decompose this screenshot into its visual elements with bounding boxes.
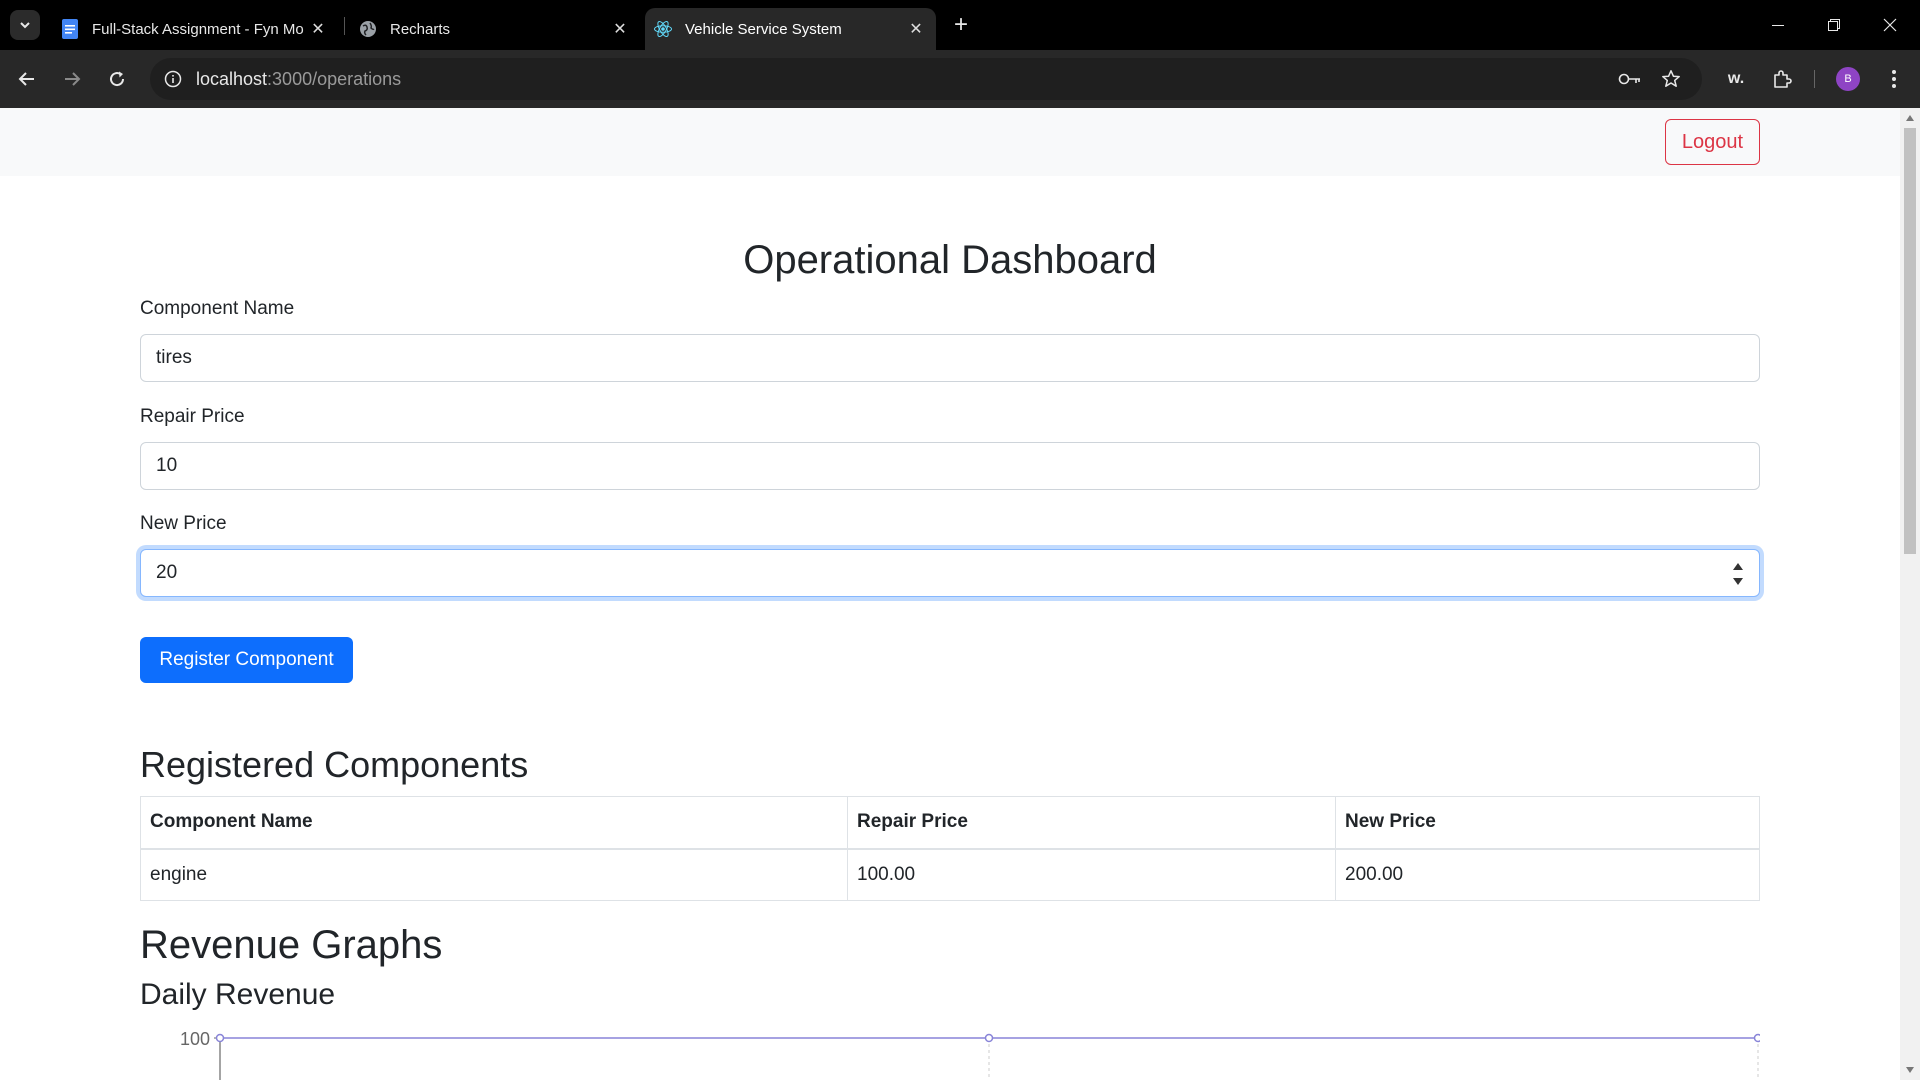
- component-name-label: Component Name: [140, 298, 295, 319]
- repair-price-input[interactable]: 10: [140, 442, 1760, 490]
- column-header-component-name: Component Name: [140, 796, 848, 850]
- components-table: Component Name Repair Price New Price en…: [140, 796, 1760, 901]
- close-icon[interactable]: ✕: [904, 17, 928, 41]
- revenue-graphs-heading: Revenue Graphs: [140, 923, 443, 967]
- url-text[interactable]: localhost:3000/operations: [196, 69, 401, 90]
- tab-divider: [344, 17, 345, 35]
- column-header-new-price: New Price: [1335, 796, 1760, 850]
- table-header-row: Component Name Repair Price New Price: [140, 796, 1760, 850]
- daily-revenue-chart: 100: [180, 1029, 1761, 1080]
- tab-vehicle-service-system[interactable]: Vehicle Service System ✕: [645, 8, 936, 50]
- back-button[interactable]: [11, 63, 43, 95]
- site-info-icon[interactable]: [162, 68, 184, 90]
- page-viewport: Logout Operational Dashboard Component N…: [0, 108, 1900, 1080]
- y-tick-label: 100: [180, 1029, 210, 1049]
- tab-title: Recharts: [390, 20, 451, 38]
- data-point[interactable]: [984, 1033, 994, 1043]
- close-icon: [1883, 18, 1897, 32]
- data-point[interactable]: [215, 1033, 225, 1043]
- caret-up-icon[interactable]: [1733, 563, 1743, 570]
- close-icon[interactable]: ✕: [306, 17, 330, 41]
- data-point[interactable]: [1753, 1033, 1761, 1043]
- repair-price-label: Repair Price: [140, 406, 245, 427]
- number-spinner[interactable]: [1731, 563, 1745, 585]
- column-header-repair-price: Repair Price: [847, 796, 1336, 850]
- cell-component-name: engine: [140, 848, 848, 901]
- menu-kebab-icon[interactable]: [1878, 63, 1910, 95]
- tab-search-button[interactable]: [10, 10, 40, 40]
- new-tab-button[interactable]: +: [948, 11, 974, 38]
- scroll-down-arrow-icon[interactable]: [1904, 1064, 1916, 1076]
- scrollbar-thumb[interactable]: [1904, 128, 1916, 554]
- new-price-input[interactable]: 20: [140, 549, 1760, 597]
- scroll-up-arrow-icon[interactable]: [1904, 112, 1916, 124]
- restore-icon: [1828, 19, 1840, 31]
- registered-components-heading: Registered Components: [140, 744, 529, 785]
- extension-w-icon[interactable]: w.: [1720, 63, 1752, 95]
- browser-toolbar: localhost:3000/operations w. B: [0, 50, 1920, 108]
- new-price-value: 20: [156, 562, 178, 583]
- arrow-left-icon: [18, 72, 34, 86]
- reload-button[interactable]: [101, 63, 133, 95]
- tab-title: Vehicle Service System: [685, 20, 842, 38]
- reload-icon: [110, 71, 125, 87]
- url-path: :3000/operations: [267, 69, 402, 89]
- restore-button[interactable]: [1806, 0, 1862, 50]
- extensions-puzzle-icon[interactable]: [1766, 63, 1798, 95]
- minimize-icon: [1772, 25, 1784, 26]
- react-icon: [653, 19, 673, 39]
- content-area: Operational Dashboard Component Name tir…: [140, 108, 1760, 1080]
- address-bar[interactable]: localhost:3000/operations: [150, 58, 1702, 100]
- url-host: localhost: [196, 69, 268, 89]
- arrow-right-icon: [65, 72, 81, 86]
- cell-new-price: 200.00: [1335, 848, 1760, 901]
- new-price-label: New Price: [140, 513, 227, 534]
- minimize-button[interactable]: [1750, 0, 1806, 50]
- tab-recharts[interactable]: Recharts ✕: [350, 8, 640, 50]
- docs-icon: [60, 19, 80, 39]
- page-title: Operational Dashboard: [743, 238, 1157, 282]
- close-icon[interactable]: ✕: [608, 17, 632, 41]
- globe-icon: [358, 19, 378, 39]
- cell-repair-price: 100.00: [847, 848, 1336, 901]
- password-key-icon[interactable]: [1617, 66, 1643, 92]
- repair-price-value: 10: [156, 455, 178, 476]
- daily-revenue-heading: Daily Revenue: [140, 978, 336, 1011]
- tab-title: Full-Stack Assignment - Fyn Mo: [92, 20, 304, 38]
- tab-full-stack-assignment[interactable]: Full-Stack Assignment - Fyn Mo ✕: [52, 8, 338, 50]
- bookmark-star-icon[interactable]: [1658, 66, 1684, 92]
- register-component-button[interactable]: Register Component: [140, 637, 353, 683]
- caret-down-icon[interactable]: [1733, 578, 1743, 585]
- table-row: engine 100.00 200.00: [140, 848, 1760, 901]
- profile-avatar[interactable]: B: [1836, 67, 1860, 91]
- forward-button[interactable]: [56, 63, 88, 95]
- close-window-button[interactable]: [1862, 0, 1918, 50]
- component-name-value: tires: [156, 347, 192, 368]
- chevron-down-icon: [20, 22, 30, 29]
- browser-tabstrip: Full-Stack Assignment - Fyn Mo ✕ Rechart…: [0, 0, 1920, 50]
- page-scrollbar[interactable]: [1900, 108, 1920, 1080]
- toolbar-divider: [1814, 70, 1815, 88]
- component-name-input[interactable]: tires: [140, 334, 1760, 382]
